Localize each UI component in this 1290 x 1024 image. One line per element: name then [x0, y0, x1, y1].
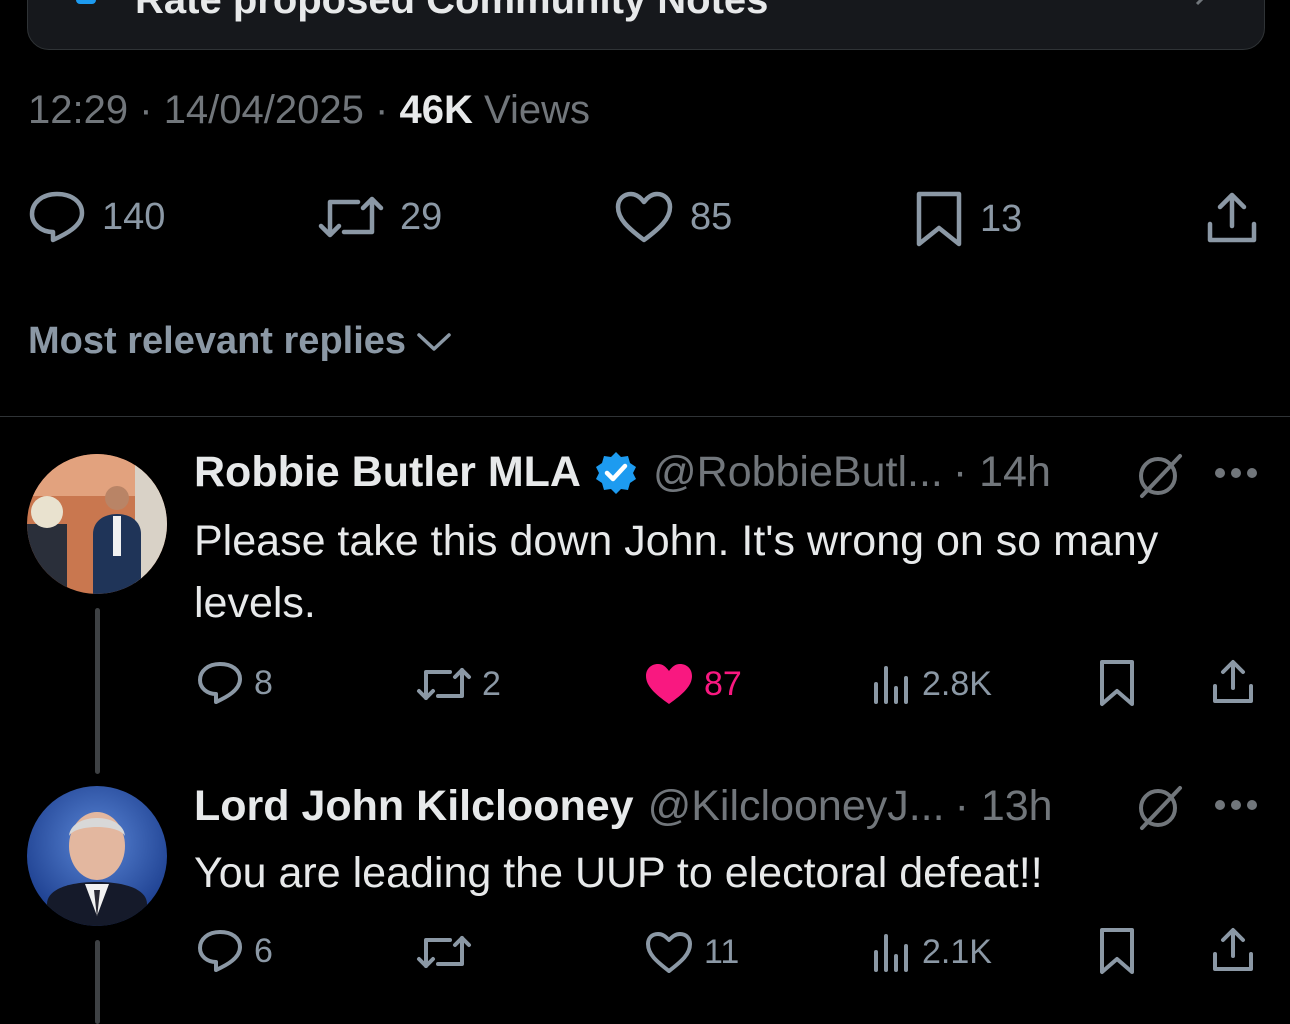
heart-filled-icon — [646, 664, 692, 704]
repost-count: 29 — [400, 195, 443, 238]
reply-time: · 14h — [952, 448, 1051, 496]
replies-sort-label: Most relevant replies — [28, 320, 407, 362]
bookmark-button[interactable]: 13 — [914, 190, 1022, 248]
analytics-icon — [874, 934, 908, 972]
chevron-down-icon — [417, 332, 451, 351]
reply-header: Robbie Butler MLA @RobbieButl... · 14h — [194, 448, 1051, 497]
bookmark-count: 13 — [980, 197, 1023, 240]
handle[interactable]: @KilclooneyJ... — [648, 782, 945, 831]
bookmark-icon[interactable] — [1098, 926, 1136, 976]
heart-icon — [615, 191, 673, 243]
like-button[interactable]: 11 — [644, 930, 739, 974]
community-notes-label: Rate proposed Community Notes — [135, 0, 769, 22]
bookmark-icon[interactable] — [1098, 658, 1136, 708]
repost-count: 2 — [482, 664, 501, 703]
reply-count: 8 — [254, 663, 273, 702]
repost-button[interactable] — [416, 930, 482, 974]
heart-icon — [646, 932, 692, 973]
share-icon[interactable] — [1210, 658, 1256, 706]
reply-header: Lord John Kilclooney @KilclooneyJ... · 1… — [194, 782, 1053, 831]
reply-count: 140 — [102, 195, 166, 238]
post-time: 12:29 — [28, 88, 129, 132]
like-button[interactable]: 85 — [614, 190, 732, 244]
reply-button[interactable]: 140 — [28, 190, 165, 244]
reply-icon — [29, 191, 85, 243]
thread-line — [95, 608, 100, 774]
share-icon[interactable] — [1210, 926, 1256, 974]
reply-button[interactable]: 6 — [196, 928, 273, 974]
grok-icon[interactable] — [1136, 450, 1184, 500]
repost-icon — [417, 668, 471, 700]
replies-sort-dropdown[interactable]: Most relevant replies — [28, 320, 452, 363]
more-options-icon[interactable] — [1214, 798, 1258, 812]
reply-icon — [198, 930, 242, 972]
reply-text: You are leading the UUP to electoral def… — [194, 849, 1043, 897]
more-options-icon[interactable] — [1214, 466, 1258, 480]
meta-separator: · — [139, 88, 153, 132]
reply-time: · 13h — [954, 782, 1053, 830]
handle[interactable]: @RobbieButl... — [653, 448, 943, 497]
views-count: 2.8K — [922, 664, 992, 703]
reply-count: 6 — [254, 931, 273, 970]
community-notes-icon — [76, 0, 96, 4]
like-count: 11 — [704, 932, 740, 971]
views-button[interactable]: 2.8K — [872, 662, 992, 706]
divider — [0, 416, 1290, 417]
views-count: 2.1K — [922, 932, 992, 971]
chevron-right-icon — [1195, 0, 1204, 6]
repost-icon — [417, 936, 471, 968]
avatar[interactable] — [27, 454, 167, 594]
display-name[interactable]: Robbie Butler MLA — [194, 448, 581, 497]
like-button[interactable]: 87 — [644, 662, 742, 706]
reply-icon — [198, 662, 242, 704]
thread-line — [95, 940, 100, 1024]
repost-button[interactable]: 2 — [416, 662, 501, 706]
meta-separator: · — [375, 88, 389, 132]
views-count: 46K — [399, 88, 473, 132]
post-meta: 12:29 · 14/04/2025 · 46K Views — [28, 88, 590, 133]
views-label: Views — [483, 88, 590, 132]
display-name[interactable]: Lord John Kilclooney — [194, 782, 634, 831]
bookmark-icon — [916, 191, 962, 247]
repost-icon — [318, 196, 384, 238]
verified-badge-icon — [595, 451, 636, 494]
grok-icon[interactable] — [1136, 782, 1184, 832]
avatar[interactable] — [27, 786, 167, 926]
share-button[interactable] — [1204, 190, 1260, 246]
repost-button[interactable]: 29 — [318, 190, 442, 244]
share-icon — [1207, 192, 1257, 243]
post-date: 14/04/2025 — [163, 88, 364, 132]
views-button[interactable]: 2.1K — [872, 930, 992, 974]
reply-text: Please take this down John. It's wrong o… — [194, 517, 1159, 627]
like-count: 85 — [690, 195, 733, 238]
reply-button[interactable]: 8 — [196, 660, 273, 706]
analytics-icon — [874, 666, 908, 704]
like-count: 87 — [704, 664, 742, 703]
